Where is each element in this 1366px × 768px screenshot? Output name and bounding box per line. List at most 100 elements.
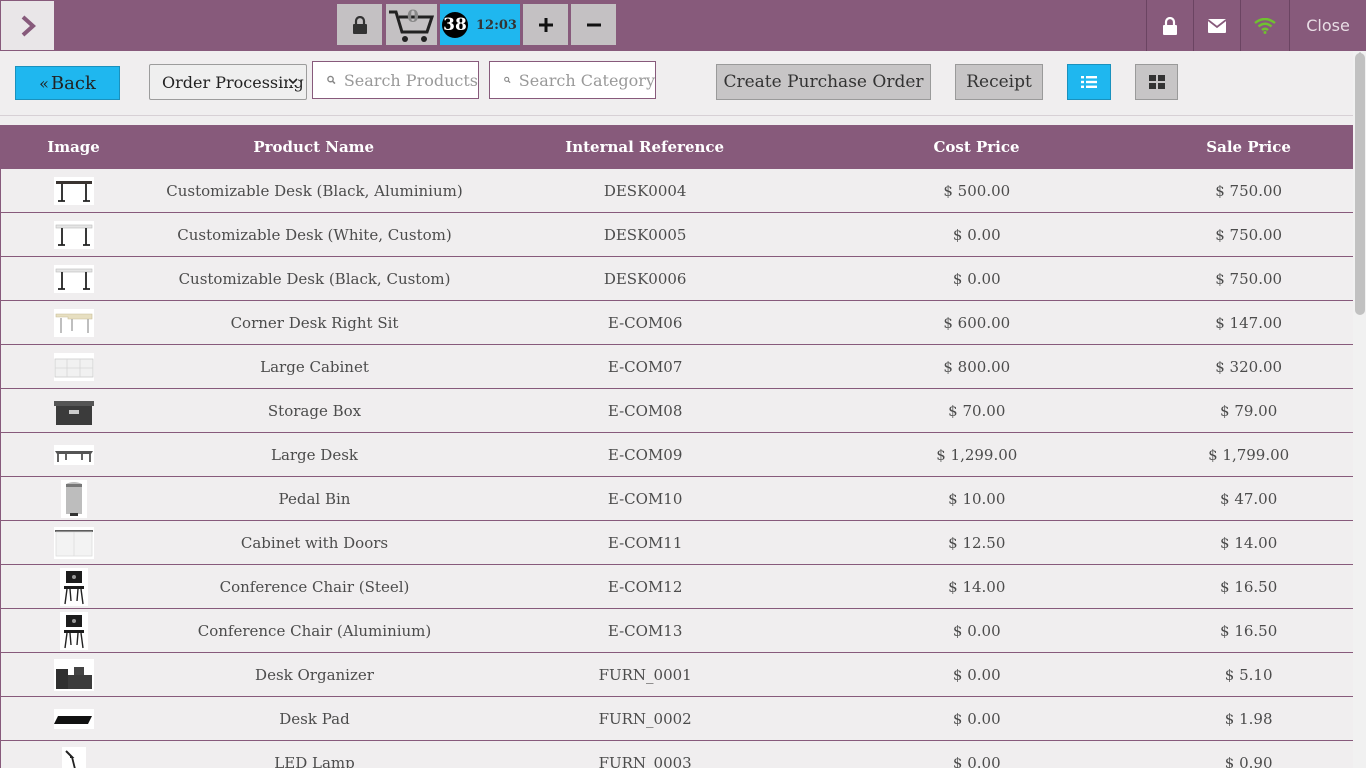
list-view-button[interactable] (1067, 64, 1111, 100)
chair-icon (54, 567, 94, 606)
header-internal-reference: Internal Reference (565, 138, 725, 156)
cost-price: $ 10.00 (948, 489, 1006, 508)
large-desk-icon (54, 438, 95, 472)
product-image-cell (1, 479, 148, 518)
cart-count: 0 (407, 7, 419, 27)
product-name: Large Cabinet (260, 357, 369, 376)
table-row[interactable]: Customizable Desk (White, Custom) DESK000… (0, 213, 1353, 257)
sale-price: $ 14.00 (1220, 533, 1278, 552)
cost-price: $ 0.00 (952, 709, 1001, 728)
envelope-icon (1208, 18, 1226, 33)
connection-status (1240, 0, 1289, 51)
sale-price: $ 0.90 (1224, 753, 1273, 768)
table-row[interactable]: Conference Chair (Steel) E-COM12 $ 14.00 $ … (0, 565, 1353, 609)
product-name: Desk Organizer (255, 665, 374, 684)
search-products-input[interactable]: Search Products (312, 61, 479, 99)
header-sale-price: Sale Price (1206, 138, 1291, 156)
search-category-placeholder: Search Category (518, 70, 655, 90)
back-label: Back (50, 72, 96, 94)
back-button[interactable]: « Back (15, 66, 120, 100)
sale-price: $ 750.00 (1215, 269, 1283, 288)
product-image-cell (1, 567, 148, 606)
sale-price: $ 5.10 (1224, 665, 1273, 684)
order-status-select[interactable]: Order Processing (149, 64, 307, 100)
product-image-cell (1, 306, 148, 340)
cost-price: $ 600.00 (943, 313, 1011, 332)
table-row[interactable]: Pedal Bin E-COM10 $ 10.00 $ 47.00 (0, 477, 1353, 521)
scrollbar-thumb[interactable] (1355, 53, 1365, 315)
desk-pad-icon (54, 702, 95, 736)
product-name: Desk Pad (279, 709, 350, 728)
receipt-button[interactable]: Receipt (955, 64, 1043, 100)
table-row[interactable]: Desk Organizer FURN_0001 $ 0.00 $ 5.10 (0, 653, 1353, 697)
table-row[interactable]: LED Lamp FURN_0003 $ 0.00 $ 0.90 (0, 741, 1353, 768)
internal-reference: E-COM08 (607, 401, 683, 420)
search-category-input[interactable]: Search Category (489, 61, 656, 99)
product-image-cell (1, 218, 148, 252)
led-lamp-icon (54, 746, 94, 768)
cost-price: $ 70.00 (948, 401, 1006, 420)
cost-price: $ 0.00 (952, 621, 1001, 640)
lock-screen-button[interactable] (1146, 0, 1193, 51)
desk-white-icon (54, 218, 95, 252)
sidebar-toggle-button[interactable] (1, 1, 54, 50)
cost-price: $ 0.00 (952, 665, 1001, 684)
cart-button[interactable]: 0 (386, 4, 437, 45)
table-row[interactable]: Customizable Desk (Black, Aluminium) DESK… (0, 169, 1353, 213)
list-icon (1081, 76, 1097, 88)
cabinet-doors-icon (54, 526, 95, 560)
toolbar: « Back Order Processing Search Products … (0, 51, 1353, 121)
product-name: Corner Desk Right Sit (230, 313, 399, 332)
grid-view-button[interactable] (1135, 64, 1178, 100)
product-image-cell (1, 438, 148, 472)
product-name: Large Desk (270, 445, 358, 464)
table-header: Image Product Name Internal Reference Co… (0, 125, 1353, 169)
cost-price: $ 800.00 (943, 357, 1011, 376)
product-image-cell (1, 658, 148, 692)
desk-black-icon (54, 174, 95, 208)
order-time: 12:03 (476, 18, 517, 33)
product-image-cell (1, 746, 148, 768)
sale-price: $ 47.00 (1220, 489, 1278, 508)
table-row[interactable]: Corner Desk Right Sit E-COM06 $ 600.00 $ 14… (0, 301, 1353, 345)
product-image-cell (1, 526, 148, 560)
table-row[interactable]: Storage Box E-COM08 $ 70.00 $ 79.00 (0, 389, 1353, 433)
product-name: Customizable Desk (Black, Aluminium) (166, 181, 463, 200)
table-row[interactable]: Customizable Desk (Black, Custom) DESK000… (0, 257, 1353, 301)
table-row[interactable]: Conference Chair (Aluminium) E-COM13 $ 0.0… (0, 609, 1353, 653)
internal-reference: E-COM06 (607, 313, 683, 332)
internal-reference: DESK0004 (603, 181, 687, 200)
table-row[interactable]: Desk Pad FURN_0002 $ 0.00 $ 1.98 (0, 697, 1353, 741)
messages-button[interactable] (1193, 0, 1240, 51)
order-button[interactable]: 38 12:03 (440, 4, 520, 45)
product-image-cell (1, 394, 148, 428)
create-purchase-order-button[interactable]: Create Purchase Order (716, 64, 931, 100)
add-order-button[interactable] (523, 4, 568, 45)
product-image-cell (1, 262, 148, 296)
select-value: Order Processing (162, 72, 304, 92)
wifi-icon (1254, 17, 1276, 34)
sale-price: $ 147.00 (1215, 313, 1283, 332)
table-row[interactable]: Large Desk E-COM09 $ 1,299.00 $ 1,799.00 (0, 433, 1353, 477)
chevron-right-icon (21, 15, 36, 36)
cost-price: $ 12.50 (948, 533, 1006, 552)
lock-button[interactable] (337, 4, 382, 45)
product-name: Customizable Desk (White, Custom) (177, 225, 452, 244)
desk-white-icon (54, 262, 95, 296)
order-number-badge: 38 (442, 12, 468, 38)
desk-organizer-icon (54, 658, 95, 692)
product-name: Storage Box (267, 401, 362, 420)
close-button[interactable]: Close (1289, 0, 1366, 51)
product-name: Conference Chair (Aluminium) (197, 621, 432, 640)
search-icon (504, 76, 511, 84)
table-row[interactable]: Large Cabinet E-COM07 $ 800.00 $ 320.00 (0, 345, 1353, 389)
header-cost-price: Cost Price (933, 138, 1020, 156)
remove-order-button[interactable] (571, 4, 616, 45)
cost-price: $ 0.00 (952, 269, 1001, 288)
storage-box-icon (54, 394, 95, 428)
search-icon (327, 75, 336, 85)
pedal-bin-icon (54, 479, 94, 518)
table-row[interactable]: Cabinet with Doors E-COM11 $ 12.50 $ 14.00 (0, 521, 1353, 565)
table-body: Customizable Desk (Black, Aluminium) DESK… (0, 169, 1353, 768)
header-image: Image (47, 138, 100, 156)
